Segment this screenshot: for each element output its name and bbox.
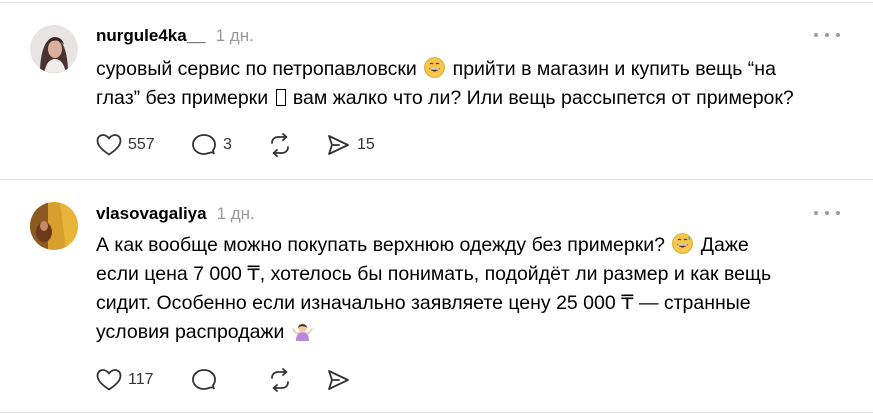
post-text-line: глаз” без примерки вам жалко что ли? Или… (96, 84, 856, 113)
text-segment: если цена 7 000 ₸, хотелось бы понимать,… (96, 263, 772, 285)
post-header: vlasovagaliya 1 дн. (96, 202, 255, 226)
share-button[interactable]: 15 (325, 132, 395, 158)
text-segment: А как вообще можно покупать верхнюю одеж… (96, 234, 671, 256)
text-segment: вам жалко что ли? Или вещь рассыпется от… (287, 87, 794, 109)
text-segment: суровый сервис по петропавловски (96, 58, 423, 80)
grinning-sweat-face-emoji (424, 57, 446, 78)
share-count: 15 (357, 136, 375, 153)
comment-bubble-icon (191, 368, 217, 392)
post-text: суровый сервис по петропавловски прийти … (96, 55, 856, 113)
text-segment: прийти в магазин и купить вещь “на (447, 58, 776, 80)
heart-icon (96, 368, 122, 392)
post: vlasovagaliya 1 дн. А как вообще можно п… (0, 180, 873, 415)
comment-button[interactable] (191, 367, 267, 393)
text-segment: глаз” без примерки (96, 87, 274, 109)
post-text-line: условия распродажи (96, 318, 856, 347)
action-bar: 557 3 15 (96, 132, 395, 158)
post-text: А как вообще можно покупать верхнюю одеж… (96, 231, 856, 347)
repost-icon (267, 133, 293, 157)
avatar[interactable] (30, 202, 78, 250)
username[interactable]: nurgule4ka__ (96, 26, 206, 46)
send-icon (325, 133, 351, 157)
avatar[interactable] (30, 25, 78, 73)
username[interactable]: vlasovagaliya (96, 204, 207, 224)
post-text-line: А как вообще можно покупать верхнюю одеж… (96, 231, 856, 260)
like-count: 557 (128, 136, 155, 153)
send-icon (325, 368, 351, 392)
text-segment: условия распродажи (96, 321, 290, 343)
like-button[interactable]: 117 (96, 367, 191, 393)
grinning-sweat-face-emoji (672, 233, 694, 254)
repost-button[interactable] (267, 132, 325, 158)
share-button[interactable] (325, 367, 395, 393)
heart-icon (96, 133, 122, 157)
text-segment: Даже (695, 234, 749, 256)
post-text-line: сидит. Особенно если изначально заявляет… (96, 289, 856, 318)
timestamp[interactable]: 1 дн. (217, 204, 255, 224)
missing-glyph (275, 89, 286, 106)
post-text-line: если цена 7 000 ₸, хотелось бы понимать,… (96, 260, 856, 289)
like-count: 117 (128, 371, 154, 388)
divider (0, 412, 873, 413)
timestamp[interactable]: 1 дн. (216, 26, 254, 46)
comment-count: 3 (223, 136, 232, 153)
more-options-icon[interactable] (814, 203, 840, 223)
post: nurgule4ka__ 1 дн. суровый сервис по пет… (0, 0, 873, 180)
action-bar: 117 (96, 367, 395, 393)
comment-button[interactable]: 3 (191, 132, 267, 158)
repost-button[interactable] (267, 367, 325, 393)
comment-bubble-icon (191, 133, 217, 157)
like-button[interactable]: 557 (96, 132, 191, 158)
woman-shrugging-emoji (291, 320, 313, 341)
more-options-icon[interactable] (814, 25, 840, 45)
text-segment: сидит. Особенно если изначально заявляет… (96, 292, 751, 314)
post-header: nurgule4ka__ 1 дн. (96, 24, 254, 48)
repost-icon (267, 368, 293, 392)
post-text-line: суровый сервис по петропавловски прийти … (96, 55, 856, 84)
